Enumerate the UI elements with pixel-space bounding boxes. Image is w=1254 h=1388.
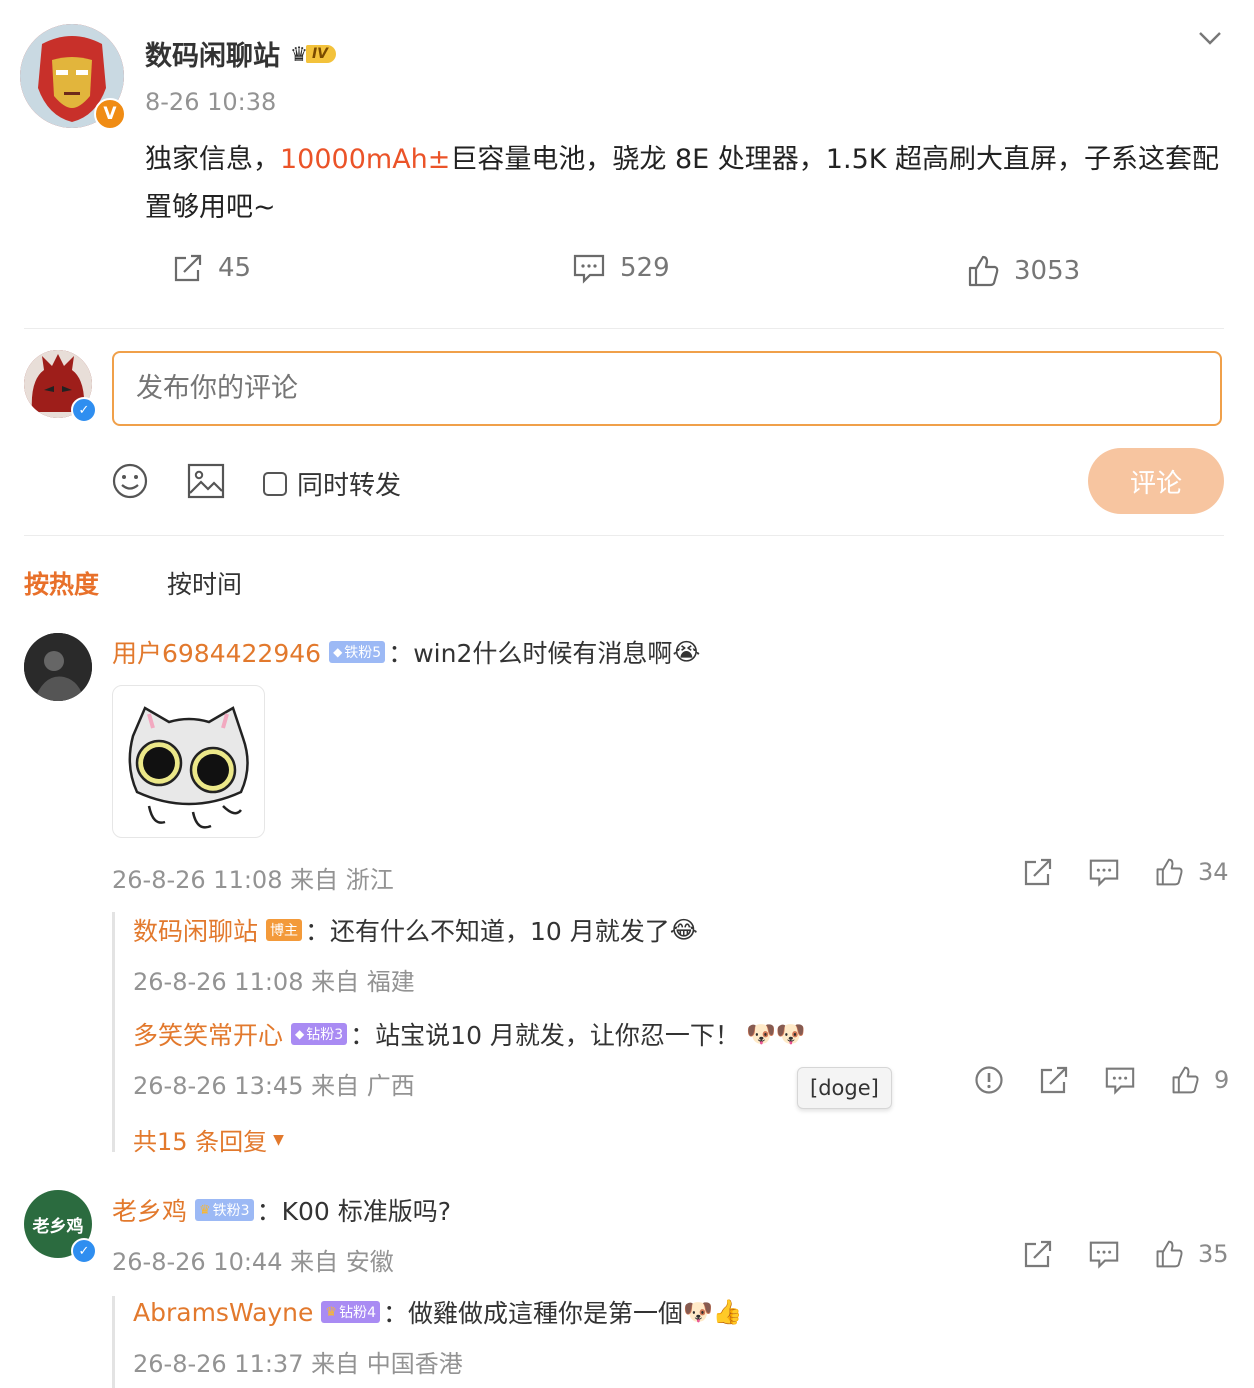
reply-thread-line — [112, 912, 115, 1152]
sync-repost-checkbox[interactable]: 同时转发 — [263, 465, 401, 502]
reply-text: ：还有什么不知道，10 月就发了 — [305, 917, 670, 946]
comment-line: 用户6984422946 ◆ 铁粉5 ：win2什么时候有消息啊 😭 — [112, 634, 700, 670]
comment-avatar[interactable] — [24, 633, 92, 701]
checkbox-box[interactable] — [263, 471, 287, 496]
reply-line: 多笑笑常开心 ◆ 钻粉3 ：站宝说10 月就发，让你忍一下！ 🐶 🐶 — [133, 1016, 806, 1052]
report-icon[interactable] — [974, 1065, 1004, 1095]
comment-line: 老乡鸡 ♛ 铁粉3 ：K00 标准版吗? — [112, 1192, 451, 1228]
image-icon — [187, 463, 225, 499]
comment-button[interactable]: 529 — [572, 252, 670, 284]
doge-emoji-icon: 🐶 — [683, 1298, 713, 1326]
fan-badge: ♛ 钻粉4 — [321, 1301, 380, 1323]
fan-badge: ◆ 钻粉3 — [291, 1023, 348, 1045]
tab-sort-hot[interactable]: 按热度 — [24, 565, 99, 601]
comment-icon[interactable] — [1088, 1238, 1120, 1270]
diamond-icon: ◆ — [295, 1027, 305, 1041]
comment-like-button[interactable]: 35 — [1154, 1239, 1229, 1269]
dropdown-chevron-icon[interactable] — [1196, 24, 1224, 56]
fan-badge: ♛ 铁粉3 — [195, 1199, 254, 1221]
reply-line: 数码闲聊站 博主 ：还有什么不知道，10 月就发了 😂 — [133, 912, 698, 948]
share-icon[interactable] — [1022, 856, 1054, 888]
share-icon[interactable] — [1022, 1238, 1054, 1270]
thumbs-up-icon — [1154, 1239, 1184, 1269]
reply-text: ：做雞做成這種你是第一個 — [383, 1299, 684, 1328]
comment-sticker-image[interactable] — [112, 685, 265, 838]
thumbs-up-icon — [1170, 1065, 1200, 1095]
crown-icon: ♛ — [325, 1304, 338, 1320]
reply-meta: 26-8-26 11:37 来自 中国香港 — [133, 1350, 463, 1378]
thumbs-up-emoji-icon: 👍 — [712, 1298, 743, 1326]
post-text: 独家信息，10000mAh±巨容量电池，骁龙 8E 处理器，1.5K 超高刷大直… — [145, 144, 1220, 223]
sync-repost-label: 同时转发 — [297, 471, 402, 501]
comment-username[interactable]: 老乡鸡 — [112, 1192, 187, 1228]
tab-sort-time[interactable]: 按时间 — [167, 565, 242, 601]
post-time: 8-26 10:38 — [145, 88, 277, 116]
reply-line: AbramsWayne ♛ 钻粉4 ：做雞做成這種你是第一個 🐶 👍 — [133, 1294, 743, 1330]
comment-meta: 26-8-26 11:08 来自 浙江 — [112, 866, 394, 894]
fan-badge: ◆ 铁粉5 — [329, 641, 386, 663]
verified-blue-icon: ✓ — [71, 397, 97, 423]
diamond-icon: ◆ — [333, 645, 343, 659]
comment-icon[interactable] — [1088, 856, 1120, 888]
comment-icon[interactable] — [1104, 1064, 1136, 1096]
reply-username[interactable]: 多笑笑常开心 — [133, 1016, 283, 1052]
author-badge: 博主 — [266, 919, 303, 941]
reply-meta: 26-8-26 13:45 来自 广西 — [133, 1072, 415, 1100]
verified-blue-icon: ✓ — [71, 1238, 97, 1264]
like-button[interactable]: 3053 — [966, 254, 1080, 288]
emoji-button[interactable] — [111, 462, 149, 504]
level-badge: ♛ IV — [290, 42, 336, 66]
reply-username[interactable]: 数码闲聊站 — [133, 912, 258, 948]
reply-text: ：站宝说10 月就发，让你忍一下！ — [350, 1021, 740, 1050]
cat-sticker-icon — [128, 706, 249, 829]
doge-emoji-icon: 🐶 — [745, 1020, 776, 1048]
comment-like-button[interactable]: 34 — [1154, 857, 1229, 887]
caret-down-icon: ▼ — [273, 1131, 284, 1148]
laugh-emoji-icon: 😂 — [669, 916, 698, 944]
post-text-highlight: 10000mAh± — [280, 144, 451, 175]
reply-thread-line — [112, 1296, 115, 1388]
comment-meta: 26-8-26 10:44 来自 安徽 — [112, 1248, 394, 1276]
thumbs-up-icon — [966, 254, 1000, 288]
thumbs-up-icon — [1154, 857, 1184, 887]
reply-username[interactable]: AbramsWayne — [133, 1298, 313, 1327]
share-icon[interactable] — [1038, 1064, 1070, 1096]
smiley-icon — [112, 463, 148, 499]
comment-username[interactable]: 用户6984422946 — [112, 634, 321, 670]
share-icon — [172, 252, 204, 284]
reply-meta: 26-8-26 11:08 来自 福建 — [133, 968, 415, 996]
crying-emoji-icon: 😭 — [672, 638, 701, 666]
comment-input[interactable] — [112, 351, 1222, 426]
more-replies-link[interactable]: 共15 条回复 ▼ — [133, 1122, 284, 1157]
divider — [24, 328, 1224, 329]
doge-emoji-icon: 🐶 — [775, 1020, 806, 1048]
submit-comment-button[interactable]: 评论 — [1088, 448, 1224, 514]
emoji-tooltip: [doge] — [797, 1067, 892, 1109]
image-button[interactable] — [187, 463, 225, 503]
comment-icon — [572, 252, 606, 284]
user-photo-icon — [24, 633, 92, 701]
divider — [24, 535, 1224, 536]
verified-orange-icon: V — [94, 98, 126, 130]
comment-text: ：K00 标准版吗? — [256, 1197, 452, 1226]
reply-like-button[interactable]: 9 — [1170, 1065, 1229, 1095]
crown-icon: ♛ — [199, 1202, 211, 1218]
author-name[interactable]: 数码闲聊站 — [145, 34, 280, 73]
comment-text: ：win2什么时候有消息啊 — [388, 639, 673, 668]
repost-button[interactable]: 45 — [172, 252, 251, 284]
